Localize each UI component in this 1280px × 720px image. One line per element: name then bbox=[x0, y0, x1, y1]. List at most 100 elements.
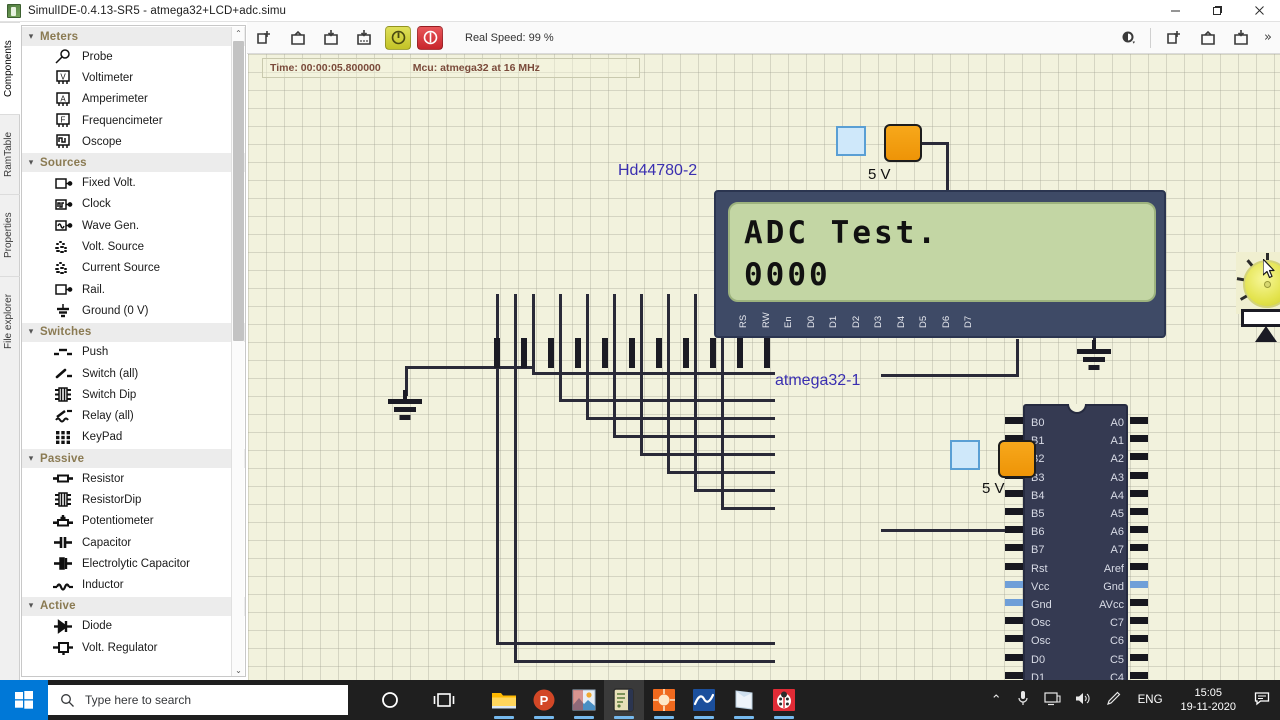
lcd-pin-leg-d6[interactable] bbox=[737, 338, 743, 368]
display-icon[interactable] bbox=[1037, 691, 1068, 710]
onenote-icon[interactable] bbox=[724, 680, 764, 720]
mcu-pin-leg-right-a1-1[interactable] bbox=[1130, 435, 1148, 442]
lcd-pin-leg-en[interactable] bbox=[548, 338, 554, 368]
mcu-pin-leg-right-c7-11[interactable] bbox=[1130, 617, 1148, 624]
file-explorer-icon[interactable] bbox=[484, 680, 524, 720]
component-item-switch-all[interactable]: Switch (all) bbox=[22, 363, 245, 384]
microphone-icon[interactable] bbox=[1009, 690, 1037, 710]
component-item-ground-0-v[interactable]: Ground (0 V) bbox=[22, 300, 245, 321]
component-item-diode[interactable]: Diode bbox=[22, 616, 245, 637]
blue-wave-app-icon[interactable] bbox=[684, 680, 724, 720]
component-item-keypad[interactable]: KeyPad bbox=[22, 427, 245, 448]
windows-start-icon[interactable] bbox=[0, 680, 48, 720]
circuit-canvas[interactable]: Time: 00:00:05.800000 Mcu: atmega32 at 1… bbox=[248, 54, 1280, 680]
close-button[interactable] bbox=[1238, 0, 1280, 22]
component-item-potentiometer[interactable]: Potentiometer bbox=[22, 511, 245, 532]
ground-symbol-right[interactable] bbox=[1077, 340, 1111, 372]
mcu-pin-leg-left-gnd-10[interactable] bbox=[1005, 599, 1023, 606]
lcd-pin-leg-rw[interactable] bbox=[521, 338, 527, 368]
cortana-icon[interactable] bbox=[370, 680, 410, 720]
info-drop-icon[interactable] bbox=[1114, 24, 1144, 52]
mcu-pin-leg-right-a4-4[interactable] bbox=[1130, 490, 1148, 497]
lcd-pin-leg-d1[interactable] bbox=[602, 338, 608, 368]
mcu-pin-leg-right-a3-3[interactable] bbox=[1130, 472, 1148, 479]
lcd-pin-leg-d3[interactable] bbox=[656, 338, 662, 368]
mcu-pin-leg-left-d0-13[interactable] bbox=[1005, 654, 1023, 661]
tab-file-explorer[interactable]: File explorer bbox=[0, 276, 20, 366]
components-scrollbar[interactable]: ⌃ ⌄ bbox=[231, 27, 244, 677]
lcd-pin-leg-d7[interactable] bbox=[764, 338, 770, 368]
component-item-capacitor[interactable]: Capacitor bbox=[22, 532, 245, 553]
mcu-pin-leg-left-b5-5[interactable] bbox=[1005, 508, 1023, 515]
scrollbar-thumb[interactable] bbox=[233, 41, 244, 341]
save-script-icon[interactable] bbox=[1226, 24, 1256, 52]
minimize-button[interactable] bbox=[1154, 0, 1196, 22]
mcu-pin-leg-right-a6-6[interactable] bbox=[1130, 526, 1148, 533]
pen-icon[interactable] bbox=[1098, 691, 1128, 710]
category-header-switches[interactable]: ▾Switches bbox=[22, 322, 245, 342]
fixed-volt-source-top[interactable] bbox=[884, 124, 922, 162]
category-header-active[interactable]: ▾Active bbox=[22, 596, 245, 616]
atmega32-component[interactable]: B0A0B1A1B2A2B3A3B4A4B5A5B6A6B7A7RstArefV… bbox=[1023, 404, 1128, 680]
switch-square-bottom[interactable] bbox=[950, 440, 980, 470]
fixed-volt-source-bottom[interactable] bbox=[998, 440, 1036, 478]
mcu-pin-leg-left-vcc-9[interactable] bbox=[1005, 581, 1023, 588]
new-script-icon[interactable] bbox=[1160, 24, 1190, 52]
component-item-volt-source[interactable]: Volt. Source bbox=[22, 236, 245, 257]
save-as-icon[interactable] bbox=[349, 24, 379, 52]
component-item-resistordip[interactable]: ResistorDip bbox=[22, 489, 245, 510]
mcu-pin-leg-right-avcc-10[interactable] bbox=[1130, 599, 1148, 606]
category-header-meters[interactable]: ▾Meters bbox=[22, 26, 245, 46]
tab-properties[interactable]: Properties bbox=[0, 194, 20, 276]
component-item-fixed-volt[interactable]: Fixed Volt. bbox=[22, 172, 245, 193]
lcd-pin-leg-d0[interactable] bbox=[575, 338, 581, 368]
tab-components[interactable]: Components bbox=[0, 22, 20, 114]
mcu-pin-leg-right-a0-0[interactable] bbox=[1130, 417, 1148, 424]
potentiometer-body[interactable] bbox=[1241, 309, 1280, 327]
orange-app-icon[interactable] bbox=[644, 680, 684, 720]
mcu-pin-leg-left-d1-14[interactable] bbox=[1005, 672, 1023, 679]
mcu-pin-leg-right-c4-14[interactable] bbox=[1130, 672, 1148, 679]
clock[interactable]: 15:05 19-11-2020 bbox=[1173, 686, 1244, 714]
toolbar-overflow-button[interactable]: » bbox=[1256, 30, 1280, 45]
ladybug-app-icon[interactable] bbox=[764, 680, 804, 720]
lcd-pin-leg-d4[interactable] bbox=[683, 338, 689, 368]
lcd-pin-leg-rs[interactable] bbox=[494, 338, 500, 368]
mcu-pin-leg-left-osc-12[interactable] bbox=[1005, 635, 1023, 642]
mcu-pin-leg-left-b6-6[interactable] bbox=[1005, 526, 1023, 533]
switch-square-top[interactable] bbox=[836, 126, 866, 156]
mcu-pin-leg-left-b4-4[interactable] bbox=[1005, 490, 1023, 497]
mcu-pin-leg-right-c6-12[interactable] bbox=[1130, 635, 1148, 642]
action-center-icon[interactable] bbox=[1244, 691, 1280, 710]
mcu-pin-leg-left-osc-11[interactable] bbox=[1005, 617, 1023, 624]
chevron-down-icon[interactable]: ⌄ bbox=[232, 664, 245, 677]
mcu-pin-leg-right-a5-5[interactable] bbox=[1130, 508, 1148, 515]
speaker-icon[interactable] bbox=[1068, 691, 1098, 710]
save-down-icon[interactable] bbox=[316, 24, 346, 52]
mcu-pin-leg-left-b7-7[interactable] bbox=[1005, 544, 1023, 551]
simulide-icon[interactable] bbox=[604, 680, 644, 720]
component-item-push[interactable]: Push bbox=[22, 342, 245, 363]
powerpoint-icon[interactable]: P bbox=[524, 680, 564, 720]
component-item-current-source[interactable]: Current Source bbox=[22, 258, 245, 279]
component-item-frequencimeter[interactable]: FFrequencimeter bbox=[22, 110, 245, 131]
power-button[interactable] bbox=[385, 26, 411, 50]
component-item-electrolytic-capacitor[interactable]: Electrolytic Capacitor bbox=[22, 553, 245, 574]
mcu-pin-leg-right-a7-7[interactable] bbox=[1130, 544, 1148, 551]
component-item-resistor[interactable]: Resistor bbox=[22, 468, 245, 489]
tab-ramtable[interactable]: RamTable bbox=[0, 114, 20, 194]
component-item-amperimeter[interactable]: AAmperimeter bbox=[22, 89, 245, 110]
mcu-pin-leg-left-b0-0[interactable] bbox=[1005, 417, 1023, 424]
mcu-pin-leg-right-gnd-9[interactable] bbox=[1130, 581, 1148, 588]
mcu-pin-leg-right-aref-8[interactable] bbox=[1130, 563, 1148, 570]
task-view-icon[interactable] bbox=[424, 680, 464, 720]
search-input[interactable]: Type here to search bbox=[48, 685, 348, 715]
component-item-probe[interactable]: Probe bbox=[22, 46, 245, 67]
new-file-icon[interactable] bbox=[250, 24, 280, 52]
component-item-volt-regulator[interactable]: Volt. Regulator bbox=[22, 637, 245, 658]
maximize-button[interactable] bbox=[1196, 0, 1238, 22]
ground-symbol-left[interactable] bbox=[388, 390, 422, 422]
component-item-inductor[interactable]: Inductor bbox=[22, 575, 245, 596]
open-folder-icon[interactable] bbox=[283, 24, 313, 52]
component-item-voltimeter[interactable]: VVoltimeter bbox=[22, 67, 245, 88]
